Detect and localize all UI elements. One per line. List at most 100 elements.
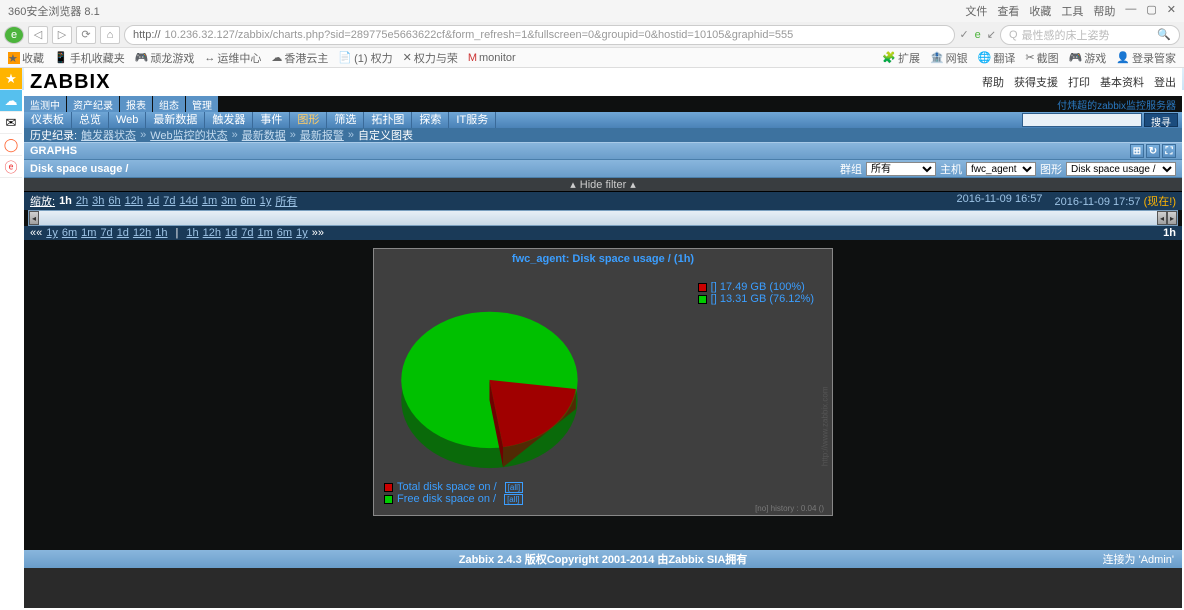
menu-help[interactable]: 帮助 (1093, 3, 1115, 19)
bookmark-item[interactable]: ★收藏 (8, 50, 44, 66)
star-icon[interactable]: ★ (0, 68, 22, 90)
link-support[interactable]: 获得支援 (1014, 74, 1058, 90)
history-link[interactable]: 最新数据 (242, 127, 286, 143)
nav-admin[interactable]: 管理 (186, 96, 218, 112)
toolbar-item[interactable]: 🧩扩展 (882, 50, 920, 66)
menu-fav[interactable]: 收藏 (1029, 3, 1051, 19)
window-close[interactable]: ✕ (1167, 3, 1176, 19)
zoom-link[interactable]: 3m (221, 195, 236, 207)
subnav-events[interactable]: 事件 (253, 112, 290, 128)
history-link[interactable]: 最新报警 (300, 127, 344, 143)
fwd-link[interactable]: 1d (225, 227, 237, 239)
subnav-latest[interactable]: 最新数据 (146, 112, 205, 128)
mail-icon[interactable]: ✉ (0, 112, 22, 134)
zoom-link[interactable]: 1y (260, 195, 272, 207)
graph-select[interactable]: Disk space usage / (1066, 162, 1176, 176)
group-select[interactable]: 所有 (866, 162, 936, 176)
subnav-screens[interactable]: 筛选 (327, 112, 364, 128)
zoom-link[interactable]: 14d (180, 195, 198, 207)
zoom-link[interactable]: 1m (202, 195, 217, 207)
nav-config[interactable]: 组态 (153, 96, 185, 112)
engine-icon[interactable]: e (975, 29, 981, 41)
nav-reports[interactable]: 报表 (120, 96, 152, 112)
subnav-overview[interactable]: 总览 (72, 112, 109, 128)
home-button[interactable]: ⌂ (100, 26, 120, 44)
refresh-icon[interactable]: ↻ (1146, 144, 1160, 158)
link-logout[interactable]: 登出 (1154, 74, 1176, 90)
window-min[interactable]: — (1125, 3, 1136, 19)
fwd-link[interactable]: 1h (186, 227, 198, 239)
back-link[interactable]: 1y (46, 227, 58, 239)
menu-view[interactable]: 查看 (997, 3, 1019, 19)
fullscreen-icon[interactable]: ⛶ (1162, 144, 1176, 158)
bookmark-item[interactable]: ☁香港云主 (271, 50, 328, 66)
zoom-link[interactable]: 6m (240, 195, 255, 207)
back-link[interactable]: 12h (133, 227, 151, 239)
subnav-discovery[interactable]: 探索 (412, 112, 449, 128)
back-link[interactable]: 1h (155, 227, 167, 239)
history-link[interactable]: 触发器状态 (81, 127, 136, 143)
menu-tools[interactable]: 工具 (1061, 3, 1083, 19)
subnav-graphs[interactable]: 图形 (290, 112, 327, 128)
fwd-link[interactable]: 1m (258, 227, 273, 239)
fwd-link[interactable]: 6m (277, 227, 292, 239)
toolbar-item[interactable]: ✂截图 (1025, 50, 1058, 66)
back-link[interactable]: 1m (81, 227, 96, 239)
fwd-link[interactable]: 7d (241, 227, 253, 239)
history-link[interactable]: Web监控的状态 (150, 127, 227, 143)
back-link[interactable]: 6m (62, 227, 77, 239)
nav-monitoring[interactable]: 监测中 (24, 96, 66, 112)
toolbar-item[interactable]: 🎮游戏 (1069, 50, 1107, 66)
link-print[interactable]: 打印 (1068, 74, 1090, 90)
forward-button[interactable]: ▷ (52, 26, 72, 44)
address-input[interactable]: http:// 10.236.32.127/zabbix/charts.php?… (124, 25, 955, 45)
search-button[interactable]: 搜寻 (1144, 113, 1178, 127)
weibo-icon[interactable]: ◯ (0, 134, 22, 156)
menu-file[interactable]: 文件 (965, 3, 987, 19)
fwd-link[interactable]: 1y (296, 227, 308, 239)
bookmark-item[interactable]: Mmonitor (468, 52, 516, 64)
reload-button[interactable]: ⟳ (76, 26, 96, 44)
zoom-link[interactable]: 3h (92, 195, 104, 207)
zoom-link[interactable]: 6h (108, 195, 120, 207)
toolbar-item[interactable]: 🌐翻译 (978, 50, 1016, 66)
browser-search-input[interactable]: Q 最性感的床上姿势 🔍 (1000, 25, 1180, 45)
subnav-maps[interactable]: 拓扑图 (364, 112, 412, 128)
back-button[interactable]: ◁ (28, 26, 48, 44)
link-help[interactable]: 帮助 (982, 74, 1004, 90)
timeline-slider[interactable]: ◂ ◂ ▸ (28, 210, 1178, 226)
zoom-link[interactable]: 2h (76, 195, 88, 207)
zoom-link[interactable]: 7d (163, 195, 175, 207)
subnav-web[interactable]: Web (109, 112, 146, 128)
subnav-triggers[interactable]: 触发器 (205, 112, 253, 128)
bookmark-item[interactable]: ✕权力与荣 (403, 50, 458, 66)
link-profile[interactable]: 基本资料 (1100, 74, 1144, 90)
window-max[interactable]: ▢ (1146, 3, 1156, 19)
nav-inventory[interactable]: 资产纪录 (67, 96, 119, 112)
toolbar-item[interactable]: 👤登录管家 (1116, 50, 1176, 66)
toolbar-item[interactable]: 🏦网银 (930, 50, 968, 66)
e-icon[interactable]: ⓔ (0, 156, 22, 178)
bookmark-item[interactable]: 📱手机收藏夹 (54, 50, 125, 66)
zoom-link[interactable]: 1d (147, 195, 159, 207)
filter-toggle[interactable]: ▴ Hide filter ▴ (24, 178, 1182, 192)
subnav-dashboard[interactable]: 仪表板 (24, 112, 72, 128)
bookmark-item[interactable]: 📄(1) 权力 (338, 50, 392, 66)
subnav-itservices[interactable]: IT服务 (449, 112, 496, 128)
add-favorite-icon[interactable]: ⊞ (1130, 144, 1144, 158)
cloud-icon[interactable]: ☁ (0, 90, 22, 112)
fwd-link[interactable]: 12h (203, 227, 221, 239)
bookmark-item[interactable]: 🎮顽龙游戏 (135, 50, 195, 66)
search-input[interactable] (1022, 113, 1142, 127)
timeline-handle-right[interactable]: ◂ (1157, 211, 1167, 225)
browser-title: 360安全浏览器 8.1 (8, 3, 100, 19)
back-link[interactable]: 7d (100, 227, 112, 239)
download-icon[interactable]: ↙ (987, 28, 996, 41)
bookmark-item[interactable]: ↔运维中心 (204, 50, 261, 66)
timeline-handle-end[interactable]: ▸ (1167, 211, 1177, 225)
host-select[interactable]: fwc_agent (966, 162, 1036, 176)
zoom-link[interactable]: 12h (125, 195, 143, 207)
timeline-handle-left[interactable]: ◂ (29, 211, 39, 225)
back-link[interactable]: 1d (117, 227, 129, 239)
zoom-link[interactable]: 所有 (275, 193, 297, 209)
